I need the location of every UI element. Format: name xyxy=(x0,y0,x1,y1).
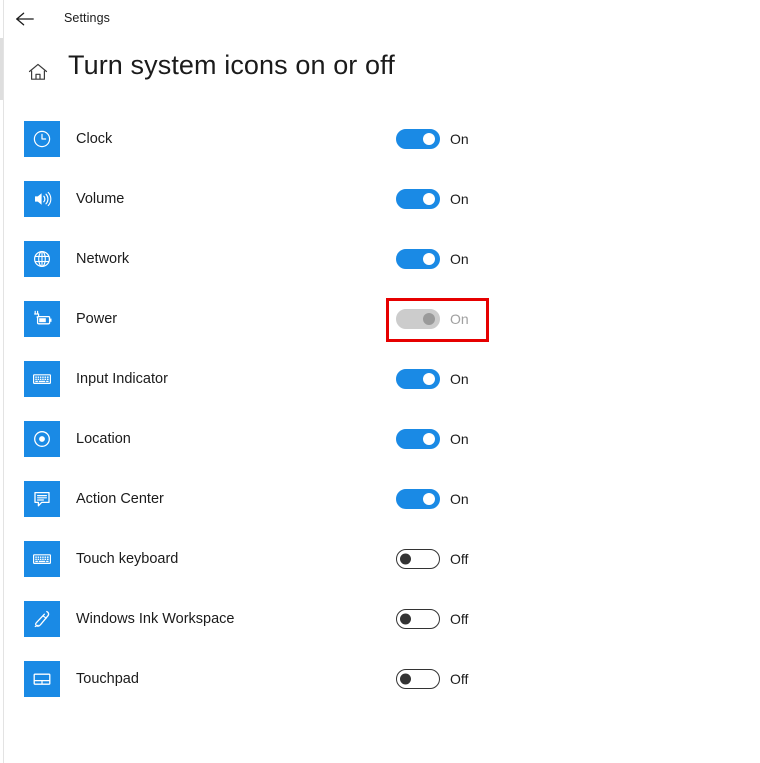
title-bar: Settings xyxy=(0,0,760,38)
battery-power-icon xyxy=(24,301,60,337)
toggle-knob xyxy=(423,313,435,325)
toggle-knob xyxy=(400,553,411,565)
row-label: Power xyxy=(76,311,118,327)
row-label: Touch keyboard xyxy=(76,551,179,567)
location-target-icon xyxy=(24,421,60,457)
home-icon xyxy=(27,62,49,82)
toggle-switch-clock[interactable] xyxy=(396,129,440,149)
toggle-state-label: Off xyxy=(450,671,469,687)
row-label: Volume xyxy=(76,191,125,207)
clock-icon xyxy=(24,121,60,157)
row-label: Location xyxy=(76,431,131,447)
toggle-state-label: Off xyxy=(450,611,469,627)
toggle-state-label: On xyxy=(450,431,469,447)
system-icon-row: Clock On xyxy=(0,121,760,181)
toggle-switch-location[interactable] xyxy=(396,429,440,449)
settings-window: Settings Turn system icons on or off Clo… xyxy=(0,0,760,763)
toggle-knob xyxy=(423,373,435,385)
volume-icon xyxy=(24,181,60,217)
keyboard-icon xyxy=(24,361,60,397)
system-icon-row: Input Indicator On xyxy=(0,361,760,421)
system-icon-row: Touchpad Off xyxy=(0,661,760,721)
system-icon-row: Action Center On xyxy=(0,481,760,541)
row-label: Input Indicator xyxy=(76,371,168,387)
system-icons-list: Clock On Volume On Network On Power On Input Ind… xyxy=(0,121,760,721)
back-arrow-icon xyxy=(15,11,35,27)
touchpad-icon xyxy=(24,661,60,697)
row-label: Network xyxy=(76,251,130,267)
system-icon-row: Power On xyxy=(0,301,760,361)
page-title: Turn system icons on or off xyxy=(68,50,395,80)
system-icon-row: Windows Ink Workspace Off xyxy=(0,601,760,661)
toggle-switch-input-indicator[interactable] xyxy=(396,369,440,389)
toggle-state-label: On xyxy=(450,251,469,267)
network-globe-icon xyxy=(24,241,60,277)
toggle-state-label: On xyxy=(450,491,469,507)
action-center-icon xyxy=(24,481,60,517)
row-label: Action Center xyxy=(76,491,164,507)
toggle-knob xyxy=(423,493,435,505)
toggle-state-label: Off xyxy=(450,551,469,567)
system-icon-row: Volume On xyxy=(0,181,760,241)
toggle-state-label: On xyxy=(450,131,469,147)
toggle-state-label: On xyxy=(450,311,469,327)
toggle-switch-touch-keyboard[interactable] xyxy=(396,549,440,569)
touch-keyboard-icon xyxy=(24,541,60,577)
toggle-switch-volume[interactable] xyxy=(396,189,440,209)
toggle-knob xyxy=(423,133,435,145)
system-icon-row: Location On xyxy=(0,421,760,481)
home-button[interactable] xyxy=(26,60,50,84)
row-label: Touchpad xyxy=(76,671,139,687)
toggle-state-label: On xyxy=(450,371,469,387)
toggle-knob xyxy=(423,433,435,445)
toggle-knob xyxy=(400,673,411,685)
row-label: Windows Ink Workspace xyxy=(76,611,235,627)
app-title: Settings xyxy=(64,11,110,25)
system-icon-row: Touch keyboard Off xyxy=(0,541,760,601)
system-icon-row: Network On xyxy=(0,241,760,301)
toggle-switch-action-center[interactable] xyxy=(396,489,440,509)
toggle-knob xyxy=(400,613,411,625)
toggle-switch-power xyxy=(396,309,440,329)
toggle-state-label: On xyxy=(450,191,469,207)
toggle-knob xyxy=(423,193,435,205)
toggle-switch-windows-ink-workspace[interactable] xyxy=(396,609,440,629)
toggle-switch-network[interactable] xyxy=(396,249,440,269)
toggle-switch-touchpad[interactable] xyxy=(396,669,440,689)
row-label: Clock xyxy=(76,131,113,147)
back-button[interactable] xyxy=(10,6,40,32)
pen-icon xyxy=(24,601,60,637)
toggle-knob xyxy=(423,253,435,265)
page-header: Turn system icons on or off xyxy=(0,50,760,98)
